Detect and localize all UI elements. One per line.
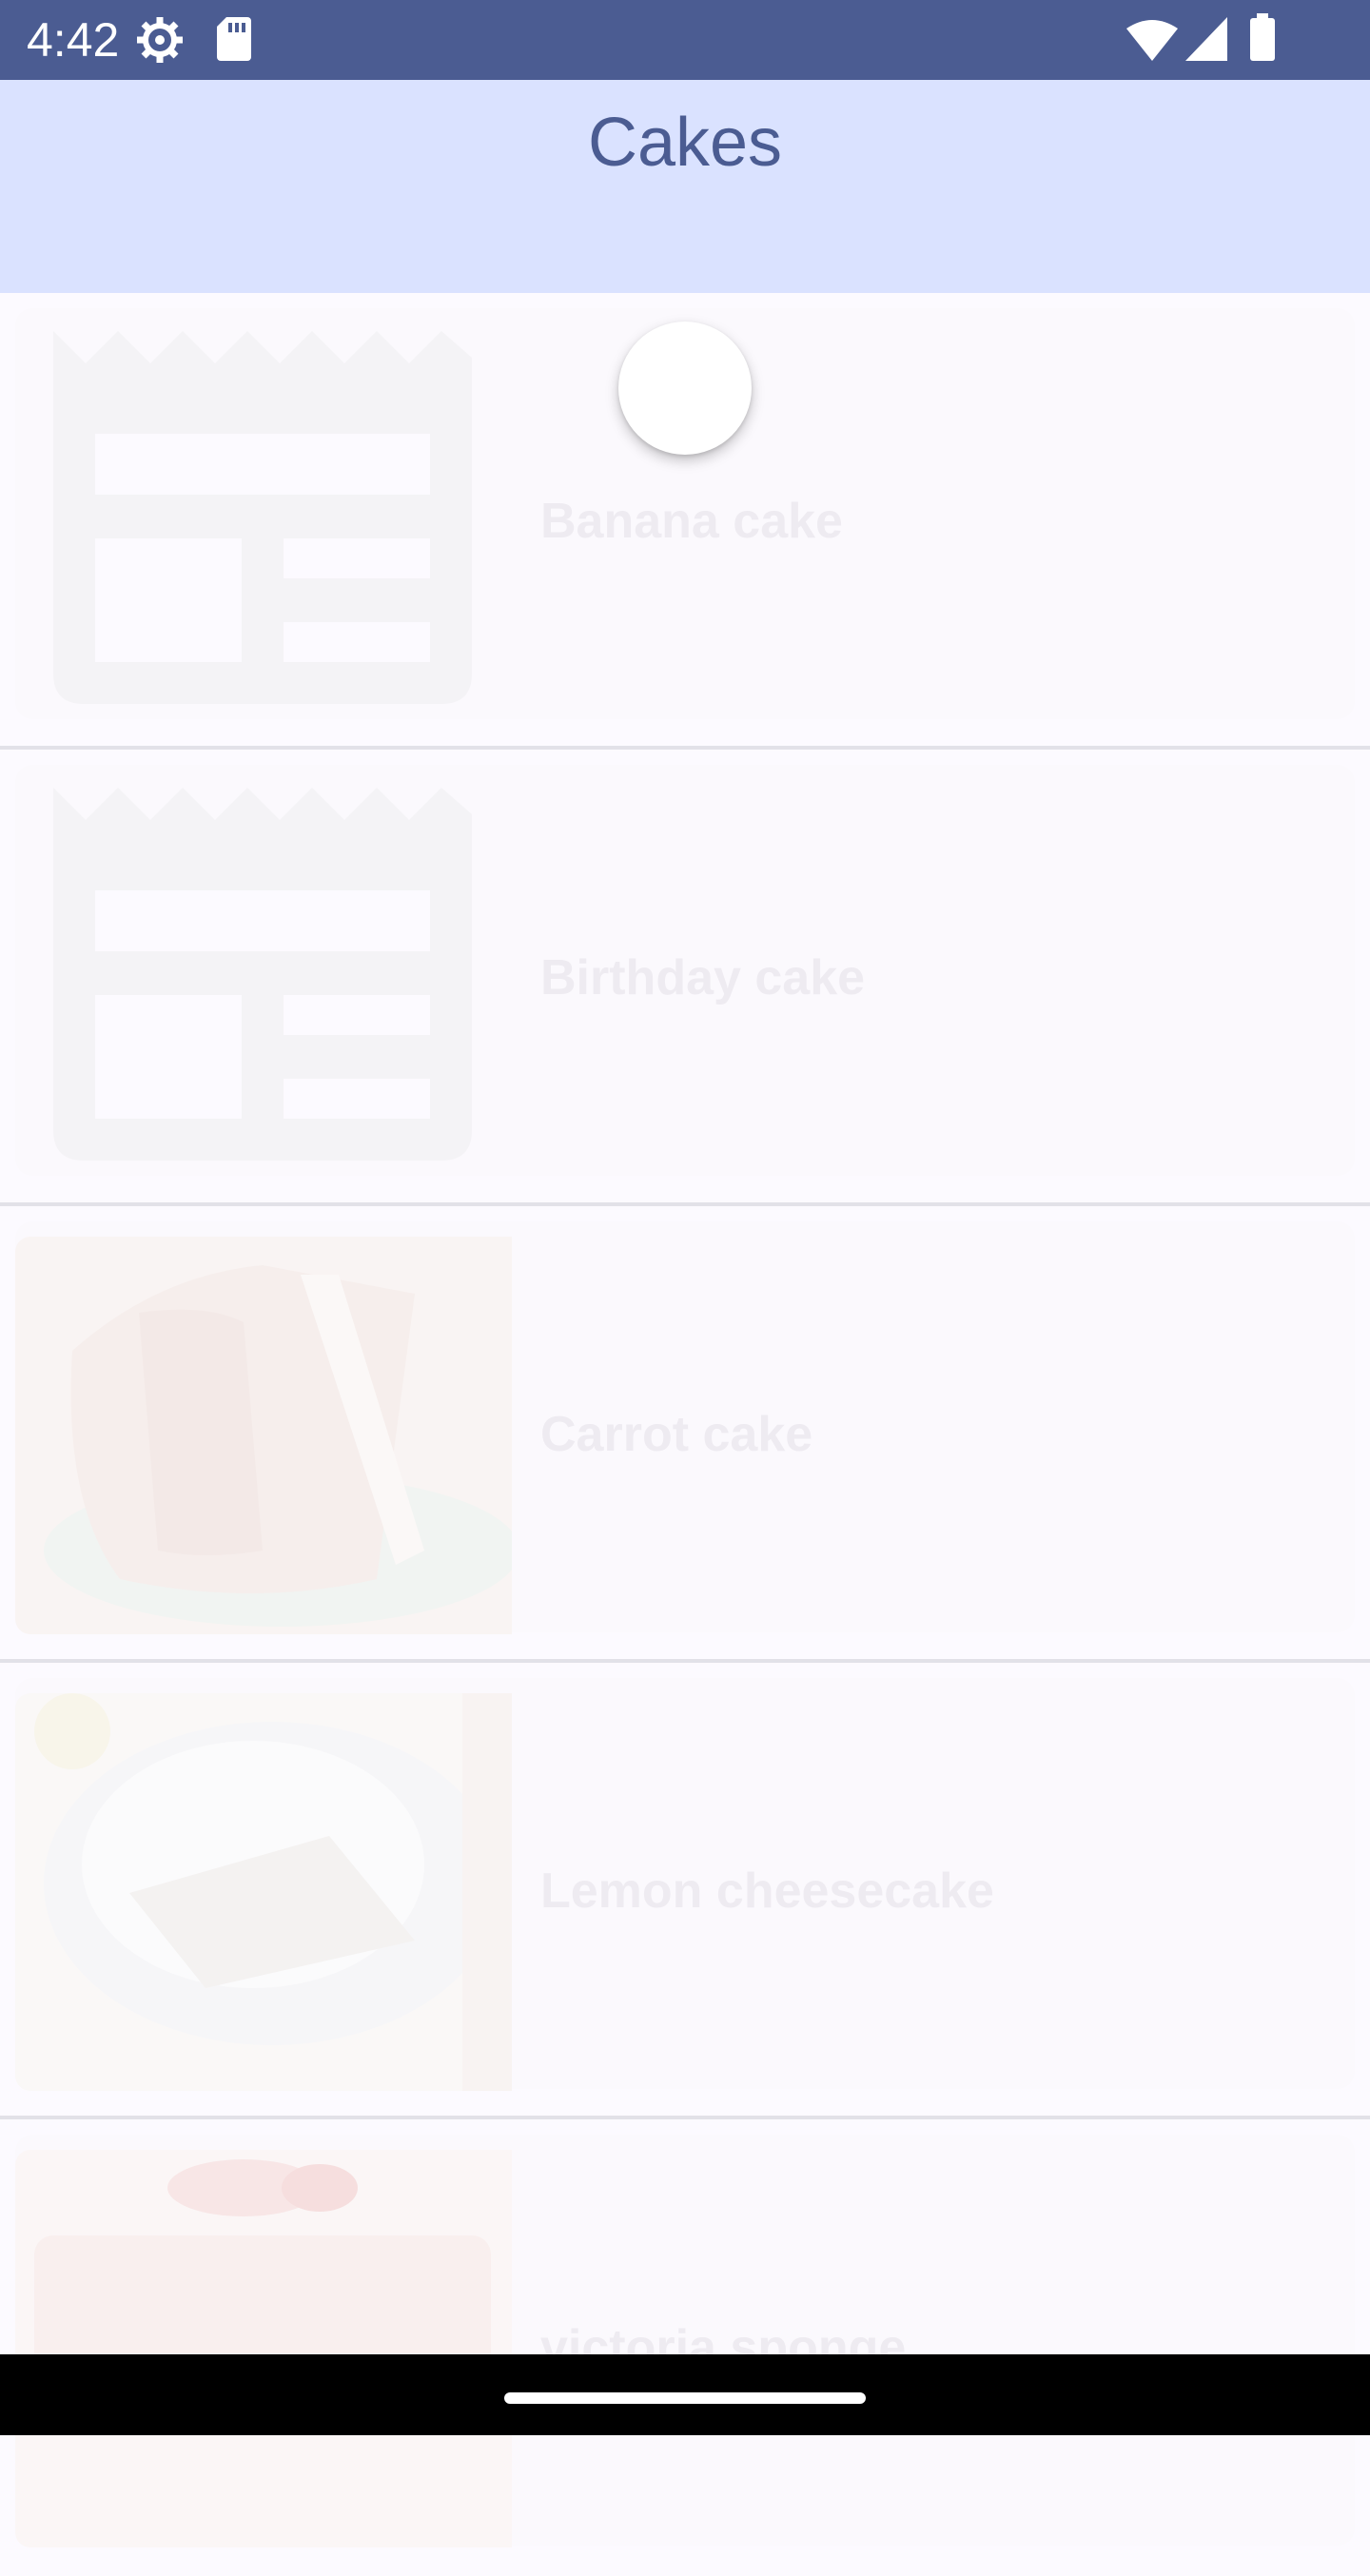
cake-name: Carrot cake bbox=[540, 1407, 813, 1462]
cake-name: Birthday cake bbox=[540, 950, 866, 1005]
loading-indicator bbox=[618, 322, 752, 455]
status-time: 4:42 bbox=[27, 13, 120, 67]
wifi-icon bbox=[1126, 20, 1178, 61]
battery-icon bbox=[1250, 13, 1275, 61]
sd-card-icon bbox=[217, 17, 251, 61]
cake-photo bbox=[15, 1693, 512, 2091]
home-handle[interactable] bbox=[504, 2392, 866, 2404]
cellular-signal-icon bbox=[1185, 17, 1227, 61]
list-item[interactable]: Lemon cheesecake bbox=[0, 1663, 1370, 2119]
list-item[interactable]: Carrot cake bbox=[0, 1206, 1370, 1663]
cake-photo bbox=[15, 2150, 512, 2547]
news-placeholder-icon bbox=[53, 788, 472, 1161]
cake-name: Lemon cheesecake bbox=[540, 1864, 994, 1919]
settings-icon bbox=[137, 17, 183, 63]
status-bar: 4:42 bbox=[0, 0, 1370, 80]
news-placeholder-icon bbox=[53, 331, 472, 704]
cake-list: Banana cake Birthday cake Carrot cake Le… bbox=[0, 293, 1370, 2576]
list-item[interactable]: Birthday cake bbox=[0, 750, 1370, 1206]
list-item[interactable]: victoria sponge bbox=[0, 2119, 1370, 2576]
navigation-bar bbox=[0, 2354, 1370, 2435]
cake-photo bbox=[15, 1237, 512, 1634]
page-title: Cakes bbox=[587, 105, 783, 181]
cake-name: Banana cake bbox=[540, 494, 843, 549]
